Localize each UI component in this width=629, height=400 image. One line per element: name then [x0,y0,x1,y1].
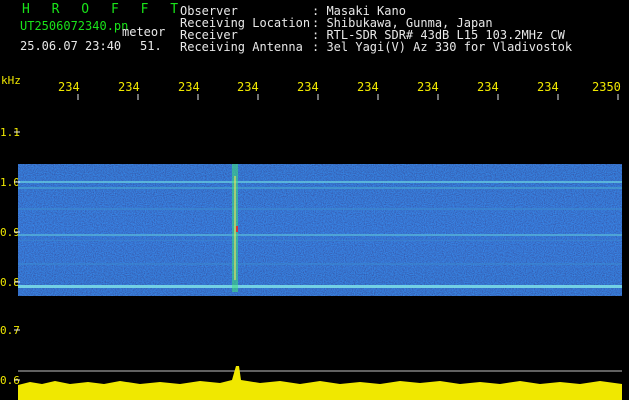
trace-line [18,187,622,189]
trace-line [18,263,622,265]
level-trace-noise [18,366,622,386]
trace-line [18,240,622,241]
trace-line [18,208,622,210]
trace-line [18,234,622,236]
trace-line [18,285,622,288]
level-trace [18,385,622,400]
meteor-echo-core [234,176,236,280]
spectrogram-noise [18,164,622,296]
trace-line [18,181,622,183]
x-axis-ticks [77,94,619,100]
spectrogram-plot [14,94,622,400]
hrofft-display: H R O F F T UT2506072340.pn meteor 25.06… [0,0,629,400]
meteor-echo-hot [236,226,238,232]
